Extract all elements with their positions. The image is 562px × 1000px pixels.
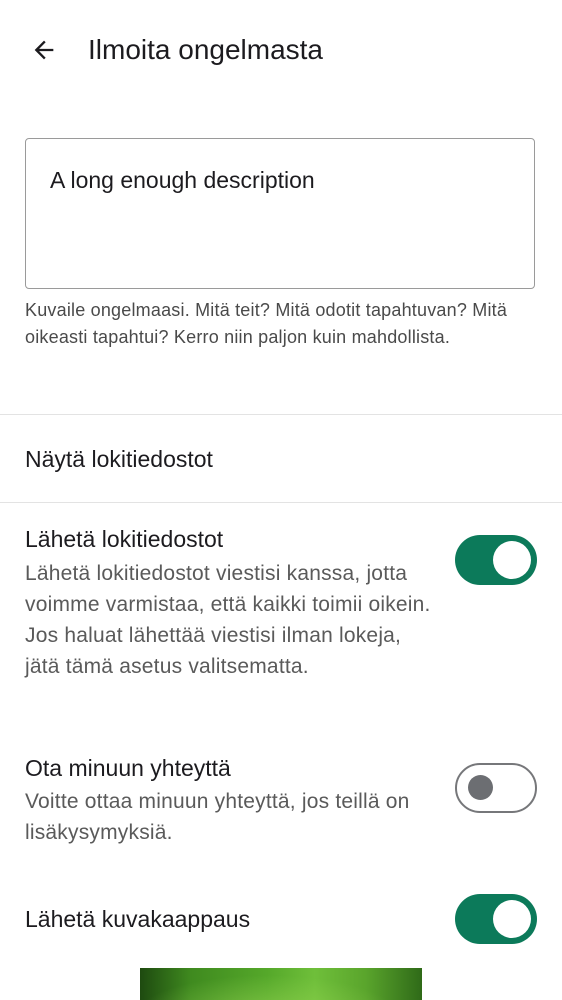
contact-me-title: Ota minuun yhteyttä [25, 755, 231, 781]
description-helper-text: Kuvaile ongelmaasi. Mitä teit? Mitä odot… [25, 300, 508, 347]
send-screenshot-title: Lähetä kuvakaappaus [25, 906, 251, 932]
arrow-back-icon [34, 40, 54, 60]
show-logs-item[interactable]: Näytä lokitiedostot [0, 415, 562, 502]
send-screenshot-switch[interactable] [455, 894, 537, 944]
send-logs-description: Lähetä lokitiedostot viestisi kanssa, jo… [25, 562, 431, 678]
description-input[interactable]: A long enough description [25, 138, 535, 289]
divider [0, 502, 562, 503]
switch-thumb [493, 541, 531, 579]
switch-thumb [468, 775, 493, 800]
contact-me-switch[interactable] [455, 763, 537, 813]
screenshot-preview-image[interactable] [140, 968, 422, 1000]
report-problem-screen: Ilmoita ongelmasta A long enough descrip… [0, 0, 562, 1000]
send-logs-switch[interactable] [455, 535, 537, 585]
show-logs-label: Näytä lokitiedostot [25, 446, 213, 472]
send-logs-title: Lähetä lokitiedostot [25, 526, 224, 552]
switch-thumb [493, 900, 531, 938]
back-button[interactable] [22, 28, 66, 72]
description-input-value[interactable]: A long enough description [50, 165, 315, 195]
top-app-bar: Ilmoita ongelmasta [0, 0, 562, 100]
page-title: Ilmoita ongelmasta [88, 34, 324, 65]
contact-me-description: Voitte ottaa minuun yhteyttä, jos teillä… [25, 790, 410, 844]
